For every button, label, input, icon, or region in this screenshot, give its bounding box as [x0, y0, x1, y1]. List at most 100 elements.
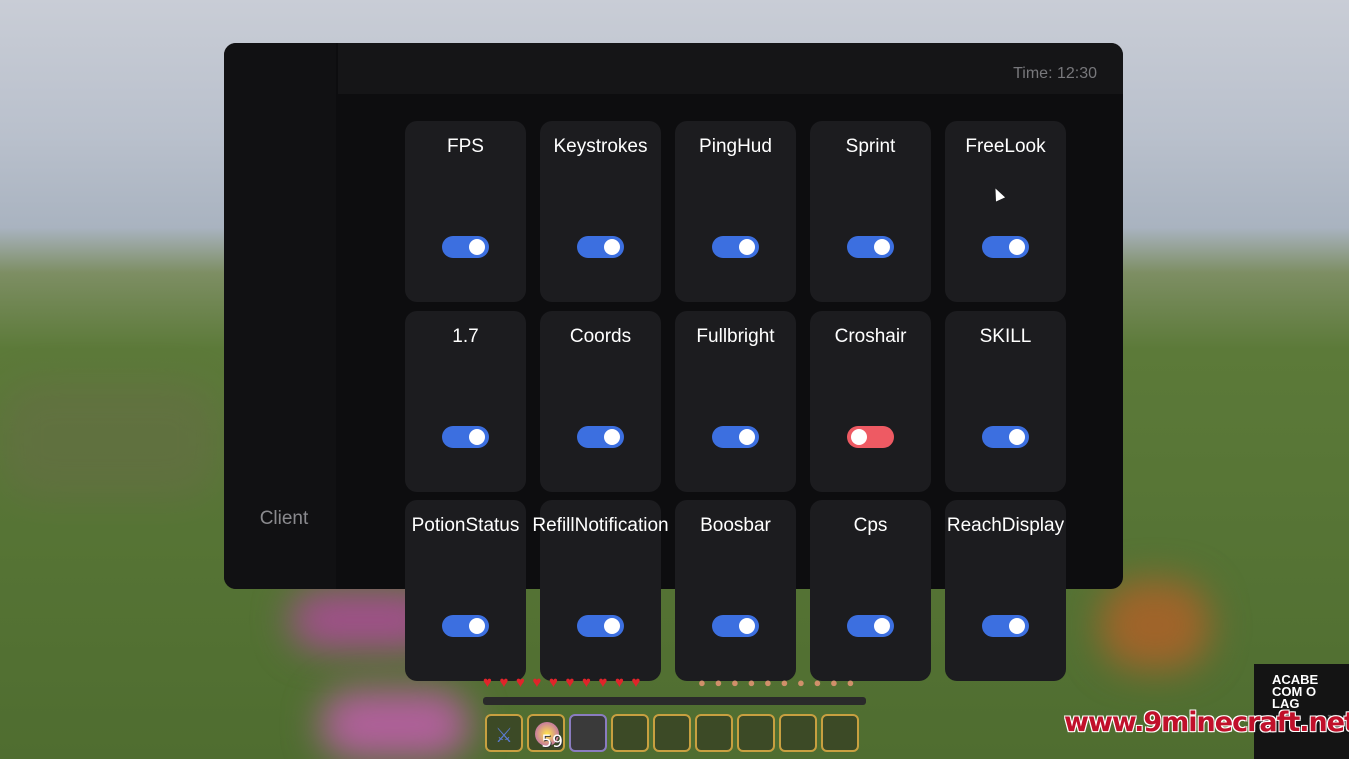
toggle-knob	[469, 429, 485, 445]
armor-bar	[483, 697, 866, 705]
module-label: RefillNotification	[532, 515, 669, 536]
site-watermark: www.9minecraft.net	[1064, 707, 1349, 738]
module-card[interactable]: FreeLook	[945, 121, 1066, 302]
module-card[interactable]: Coords	[540, 311, 661, 492]
toggle-knob	[739, 429, 755, 445]
food-icon: ●	[714, 675, 723, 690]
heart-icon: ♥	[615, 674, 624, 691]
heart-icon: ♥	[499, 674, 509, 691]
module-label: 1.7	[452, 326, 479, 347]
food-icon: ●	[731, 675, 739, 690]
hotbar-slot[interactable]: 59	[527, 714, 565, 752]
heart-icon: ♥	[582, 674, 591, 691]
module-card[interactable]: FPS	[405, 121, 526, 302]
module-toggle[interactable]	[712, 236, 759, 258]
heart-icon: ♥	[549, 674, 558, 691]
module-card[interactable]: Fullbright	[675, 311, 796, 492]
toggle-knob	[739, 618, 755, 634]
module-toggle[interactable]	[442, 236, 489, 258]
module-toggle[interactable]	[712, 615, 759, 637]
heart-icon: ♥	[516, 674, 525, 691]
heart-icon: ♥	[483, 674, 492, 691]
food-icon: ●	[813, 675, 822, 690]
channel-badge-text: ACABE COM O LAG	[1272, 672, 1319, 711]
time-display: Time: 12:30	[1013, 65, 1097, 82]
module-card[interactable]: PingHud	[675, 121, 796, 302]
module-card[interactable]: RefillNotification	[532, 500, 669, 681]
sword-icon: ⚔	[495, 725, 513, 747]
hotbar-slot[interactable]	[779, 714, 817, 752]
module-label: PotionStatus	[411, 515, 520, 536]
module-label: Keystrokes	[553, 136, 648, 157]
module-label: Cps	[853, 515, 888, 536]
food-icon: ●	[830, 675, 838, 690]
toggle-knob	[469, 618, 485, 634]
module-card[interactable]: ReachDisplay	[945, 500, 1066, 681]
hotbar-slot[interactable]	[569, 714, 607, 752]
toggle-knob	[1009, 618, 1025, 634]
background-terrain	[0, 380, 220, 500]
food-icon: ●	[747, 675, 756, 690]
module-label: Boosbar	[700, 515, 771, 536]
toggle-knob	[604, 618, 620, 634]
module-label: Croshair	[834, 326, 907, 347]
module-toggle[interactable]	[712, 426, 759, 448]
module-label: PingHud	[699, 136, 772, 157]
toggle-knob	[739, 239, 755, 255]
module-toggle[interactable]	[577, 426, 624, 448]
module-toggle[interactable]	[577, 615, 624, 637]
module-toggle[interactable]	[982, 236, 1029, 258]
food-icon: ●	[764, 675, 772, 690]
toggle-knob	[604, 239, 620, 255]
food-icon: ●	[698, 675, 706, 690]
hotbar-slot[interactable]	[653, 714, 691, 752]
hotbar-slot[interactable]	[737, 714, 775, 752]
hotbar-slot[interactable]	[611, 714, 649, 752]
sidebar: Client	[224, 43, 336, 589]
module-card[interactable]: SKILL	[945, 311, 1066, 492]
hotbar-slot[interactable]	[695, 714, 733, 752]
toggle-knob	[1009, 429, 1025, 445]
module-card[interactable]: Keystrokes	[540, 121, 661, 302]
toggle-knob	[851, 429, 867, 445]
slot-count: 59	[541, 732, 563, 752]
module-toggle[interactable]	[982, 615, 1029, 637]
toggle-knob	[604, 429, 620, 445]
module-card[interactable]: 1.7	[405, 311, 526, 492]
module-label: FPS	[447, 136, 484, 157]
hotbar-slot[interactable]	[821, 714, 859, 752]
top-bar: Time: 12:30	[338, 43, 1123, 94]
module-card[interactable]: Cps	[810, 500, 931, 681]
toggle-knob	[874, 239, 890, 255]
sidebar-item-client[interactable]: Client	[224, 508, 344, 530]
food-icon: ●	[780, 675, 789, 690]
food-icon: ●	[797, 675, 805, 690]
module-label: FreeLook	[965, 136, 1046, 157]
module-label: Sprint	[845, 136, 896, 157]
module-card[interactable]: Sprint	[810, 121, 931, 302]
module-toggle[interactable]	[577, 236, 624, 258]
module-label: Fullbright	[696, 326, 775, 347]
background-block	[1100, 580, 1210, 670]
module-label: SKILL	[979, 326, 1032, 347]
heart-icon: ♥	[598, 674, 608, 691]
toggle-knob	[874, 618, 890, 634]
module-card[interactable]: Croshair	[810, 311, 931, 492]
module-toggle[interactable]	[442, 426, 489, 448]
module-toggle[interactable]	[847, 426, 894, 448]
heart-icon: ♥	[565, 674, 575, 691]
heart-icon: ♥	[631, 674, 641, 691]
module-card[interactable]: PotionStatus	[405, 500, 526, 681]
module-label: ReachDisplay	[946, 515, 1065, 536]
toggle-knob	[1009, 239, 1025, 255]
module-toggle[interactable]	[847, 615, 894, 637]
module-label: Coords	[569, 326, 632, 347]
toggle-knob	[469, 239, 485, 255]
module-card[interactable]: Boosbar	[675, 500, 796, 681]
hotbar-slot[interactable]: ⚔	[485, 714, 523, 752]
module-toggle[interactable]	[847, 236, 894, 258]
module-toggle[interactable]	[982, 426, 1029, 448]
heart-icon: ♥	[532, 674, 542, 691]
module-toggle[interactable]	[442, 615, 489, 637]
background-block	[320, 690, 470, 759]
